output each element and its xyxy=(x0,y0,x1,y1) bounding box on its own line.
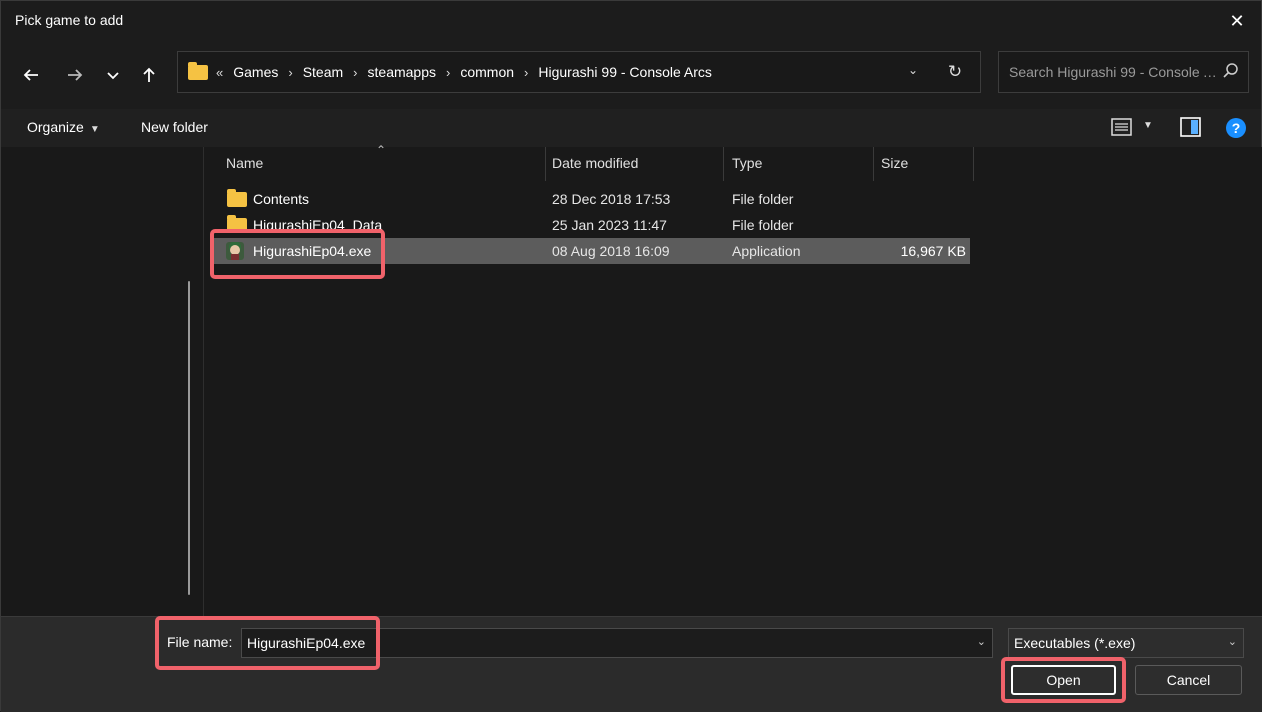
view-options-chevron-icon[interactable]: ▼ xyxy=(1143,120,1153,131)
content-area: ⌃ Name Date modified Type Size Contents … xyxy=(1,143,1262,616)
search-box[interactable]: Search Higurashi 99 - Console Arcs xyxy=(998,51,1249,93)
window-title: Pick game to add xyxy=(15,12,124,28)
up-arrow-icon[interactable] xyxy=(135,61,163,89)
cancel-button[interactable]: Cancel xyxy=(1135,665,1242,695)
column-header-size[interactable]: Size xyxy=(881,155,908,171)
help-icon[interactable]: ? xyxy=(1225,117,1247,142)
svg-text:?: ? xyxy=(1232,120,1241,136)
file-name-field[interactable]: HigurashiEp04.exe ⌄ xyxy=(241,628,993,658)
file-date: 08 Aug 2018 16:09 xyxy=(552,243,670,259)
file-name: Contents xyxy=(253,191,310,207)
scrollbar[interactable] xyxy=(188,281,190,595)
table-row-selected[interactable]: HigurashiEp04.exe 08 Aug 2018 16:09 Appl… xyxy=(212,238,970,264)
back-arrow-icon[interactable] xyxy=(17,61,45,89)
organize-menu[interactable]: Organize ▼ xyxy=(27,119,100,135)
sort-ascending-icon: ⌃ xyxy=(376,143,387,157)
table-row[interactable]: Contents 28 Dec 2018 17:53 File folder xyxy=(212,186,970,212)
breadcrumb-separator-icon[interactable]: › xyxy=(288,65,292,80)
file-type: File folder xyxy=(732,191,794,207)
folder-icon xyxy=(227,215,247,233)
close-icon[interactable]: ✕ xyxy=(1223,7,1251,35)
file-type: File folder xyxy=(732,217,794,233)
file-type-filter[interactable]: Executables (*.exe) ⌄ xyxy=(1008,628,1244,658)
breadcrumb-separator-icon[interactable]: › xyxy=(446,65,450,80)
table-row[interactable]: HigurashiEp04_Data 25 Jan 2023 11:47 Fil… xyxy=(212,212,970,238)
column-header-date[interactable]: Date modified xyxy=(552,155,638,171)
chevron-down-icon: ▼ xyxy=(89,124,100,135)
search-input[interactable]: Search Higurashi 99 - Console Arcs xyxy=(1009,64,1219,80)
command-toolbar: Organize ▼ New folder ▼ ? xyxy=(1,109,1261,147)
column-divider[interactable] xyxy=(873,147,874,181)
column-header-name[interactable]: Name xyxy=(226,155,263,171)
new-folder-button[interactable]: New folder xyxy=(141,119,208,135)
chevron-down-icon[interactable]: ⌄ xyxy=(908,63,918,77)
view-details-icon[interactable] xyxy=(1111,117,1133,140)
overflow-indicator[interactable]: « xyxy=(216,65,223,80)
breadcrumb-common[interactable]: common xyxy=(460,64,514,80)
title-bar: Pick game to add ✕ xyxy=(1,1,1261,41)
file-name: HigurashiEp04_Data xyxy=(253,217,383,233)
navigation-bar: « Games › Steam › steamapps › common › H… xyxy=(1,41,1261,109)
file-type: Application xyxy=(732,243,801,259)
refresh-icon[interactable]: ↻ xyxy=(944,61,966,83)
breadcrumb-separator-icon[interactable]: › xyxy=(353,65,357,80)
recent-chevron-icon[interactable] xyxy=(99,61,127,89)
navigation-pane[interactable] xyxy=(1,147,204,616)
file-name-label: File name: xyxy=(167,634,233,650)
breadcrumb-higurashi[interactable]: Higurashi 99 - Console Arcs xyxy=(538,64,712,80)
preview-pane-icon[interactable] xyxy=(1180,117,1202,140)
column-header-type[interactable]: Type xyxy=(732,155,762,171)
file-date: 25 Jan 2023 11:47 xyxy=(552,217,667,233)
file-size: 16,967 KB xyxy=(900,243,966,259)
chevron-down-icon[interactable]: ⌄ xyxy=(977,635,986,648)
address-bar[interactable]: « Games › Steam › steamapps › common › H… xyxy=(177,51,981,93)
file-name-value[interactable]: HigurashiEp04.exe xyxy=(247,635,365,651)
chevron-down-icon[interactable]: ⌄ xyxy=(1228,635,1237,648)
file-type-filter-value: Executables (*.exe) xyxy=(1014,635,1136,651)
breadcrumb-separator-icon[interactable]: › xyxy=(524,65,528,80)
forward-arrow-icon[interactable] xyxy=(61,61,89,89)
application-icon xyxy=(226,242,244,260)
folder-icon xyxy=(188,61,208,80)
column-divider[interactable] xyxy=(723,147,724,181)
file-list[interactable]: ⌃ Name Date modified Type Size Contents … xyxy=(204,143,1262,616)
column-divider[interactable] xyxy=(973,147,974,181)
search-icon[interactable] xyxy=(1222,62,1240,80)
file-name: HigurashiEp04.exe xyxy=(253,243,372,259)
open-button[interactable]: Open xyxy=(1011,665,1116,695)
organize-label: Organize xyxy=(27,119,84,135)
file-date: 28 Dec 2018 17:53 xyxy=(552,191,671,207)
bottom-panel: File name: HigurashiEp04.exe ⌄ Executabl… xyxy=(1,616,1262,712)
breadcrumb-steamapps[interactable]: steamapps xyxy=(368,64,436,80)
folder-icon xyxy=(227,189,247,207)
breadcrumb-steam[interactable]: Steam xyxy=(303,64,343,80)
breadcrumb-games[interactable]: Games xyxy=(233,64,278,80)
column-divider[interactable] xyxy=(545,147,546,181)
file-picker-dialog: Pick game to add ✕ « Games › Steam › ste… xyxy=(0,0,1262,712)
